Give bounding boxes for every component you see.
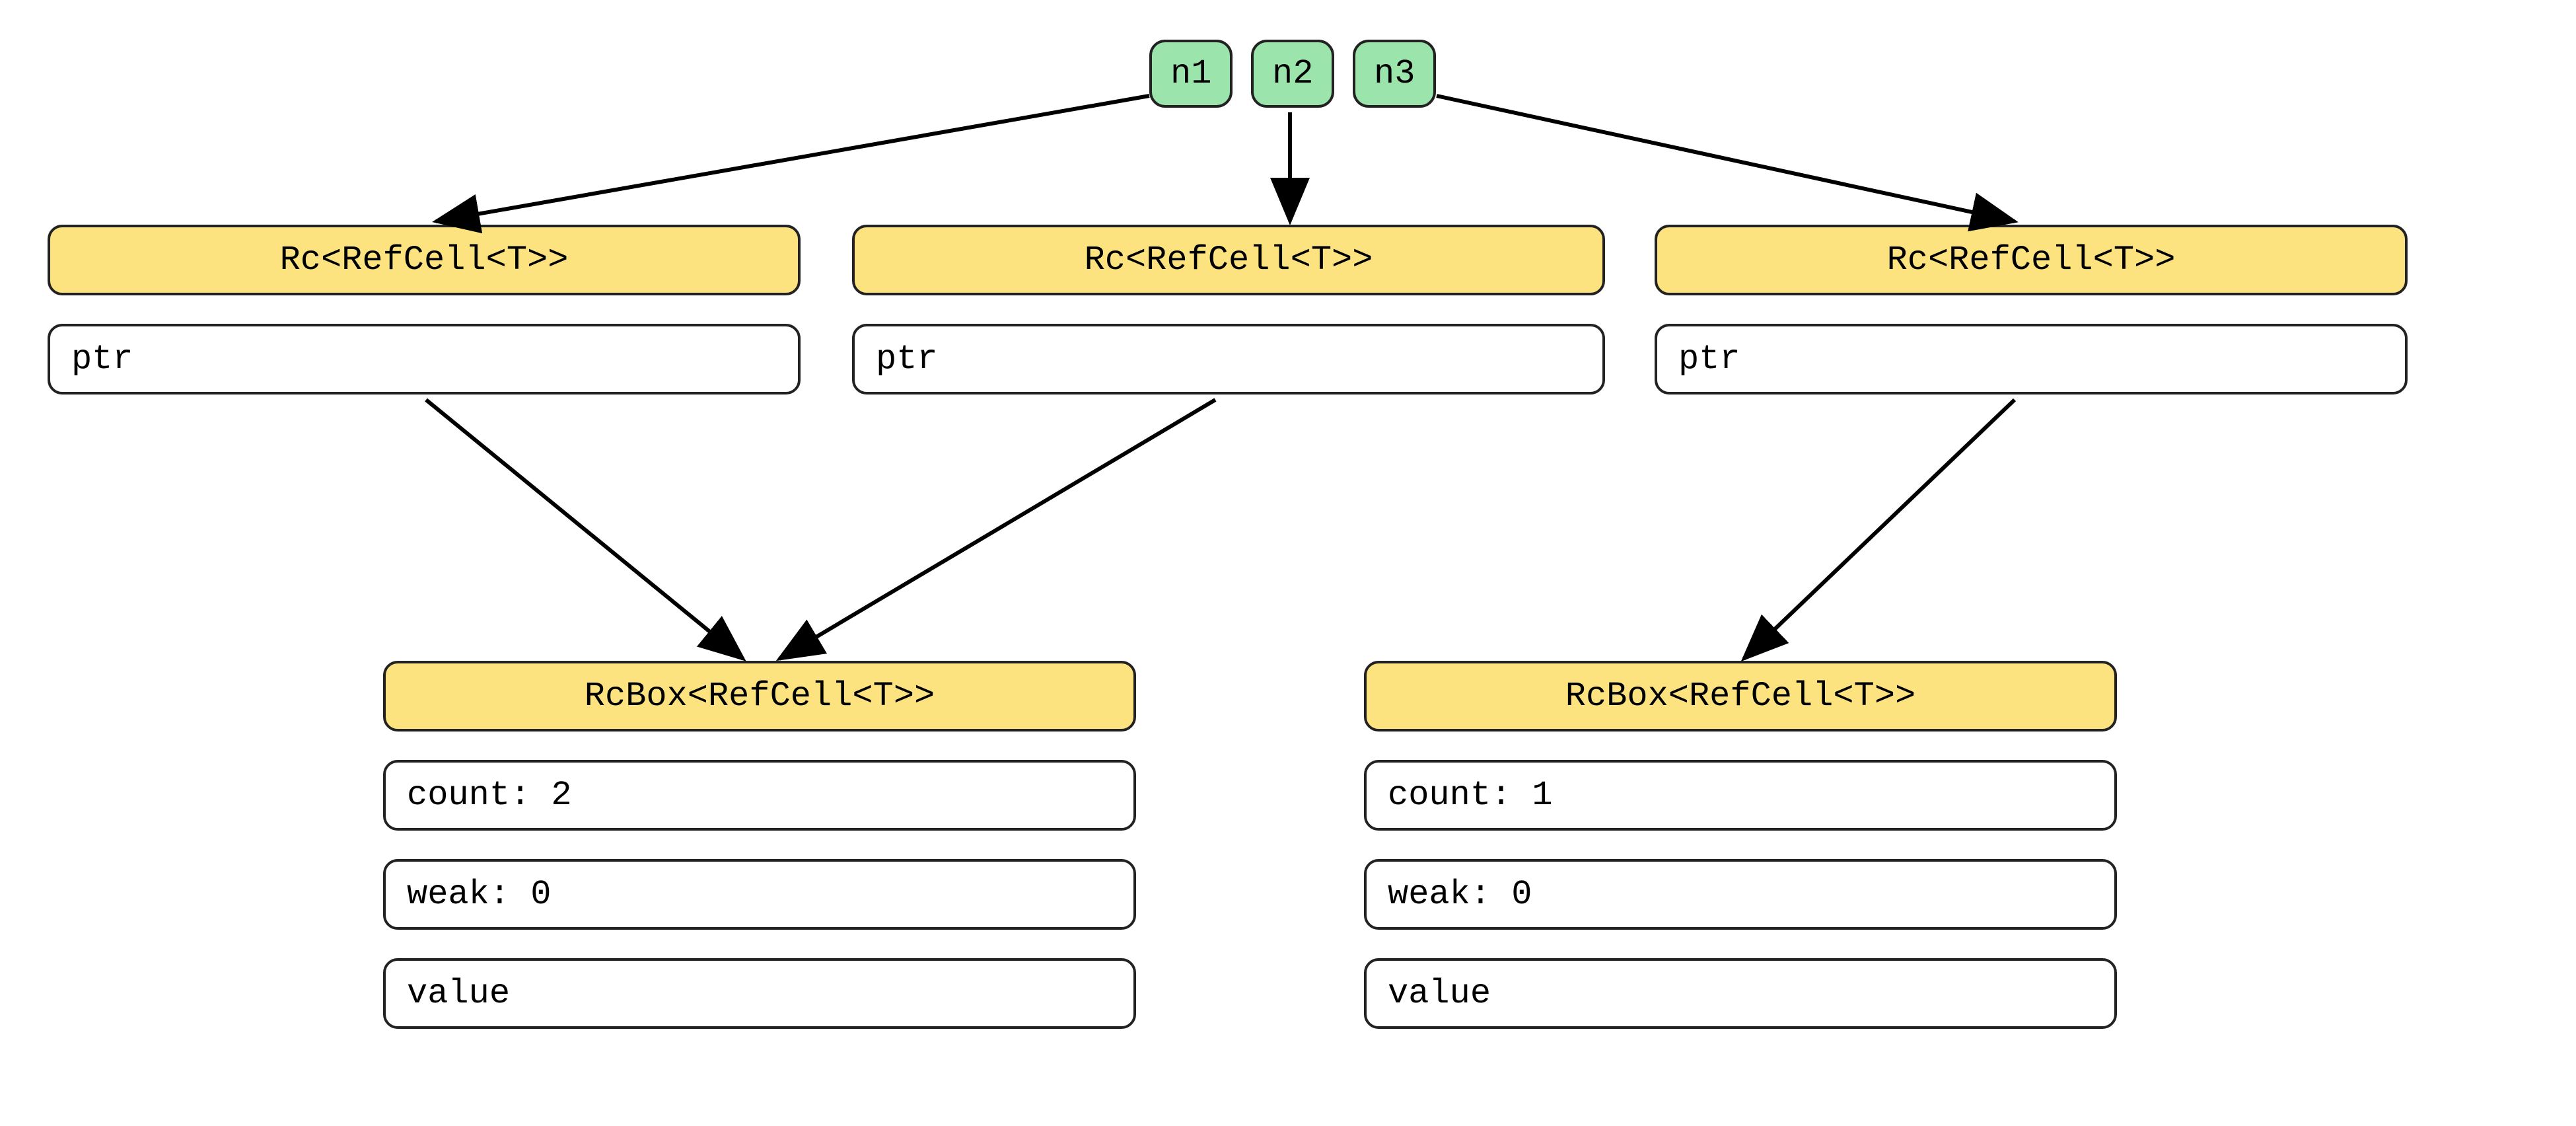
rcbox-value-right: value [1364,958,2117,1029]
rc-ptr-left: ptr [48,324,801,394]
rcbox-value-left: value [383,958,1136,1029]
rc-header-middle: Rc<RefCell<T>> [852,225,1605,295]
rcbox-count-right: count: 1 [1364,760,2117,831]
diagram-arrows [0,0,2576,1126]
rc-ptr-middle: ptr [852,324,1605,394]
node-n1: n1 [1149,40,1233,108]
rcbox-weak-left: weak: 0 [383,859,1136,930]
node-n3: n3 [1353,40,1436,108]
rcbox-count-left: count: 2 [383,760,1136,831]
rcbox-header-right: RcBox<RefCell<T>> [1364,661,2117,732]
rc-header-left: Rc<RefCell<T>> [48,225,801,295]
rcbox-header-left: RcBox<RefCell<T>> [383,661,1136,732]
rc-header-right: Rc<RefCell<T>> [1655,225,2408,295]
node-n2: n2 [1251,40,1334,108]
rc-ptr-right: ptr [1655,324,2408,394]
rcbox-weak-right: weak: 0 [1364,859,2117,930]
